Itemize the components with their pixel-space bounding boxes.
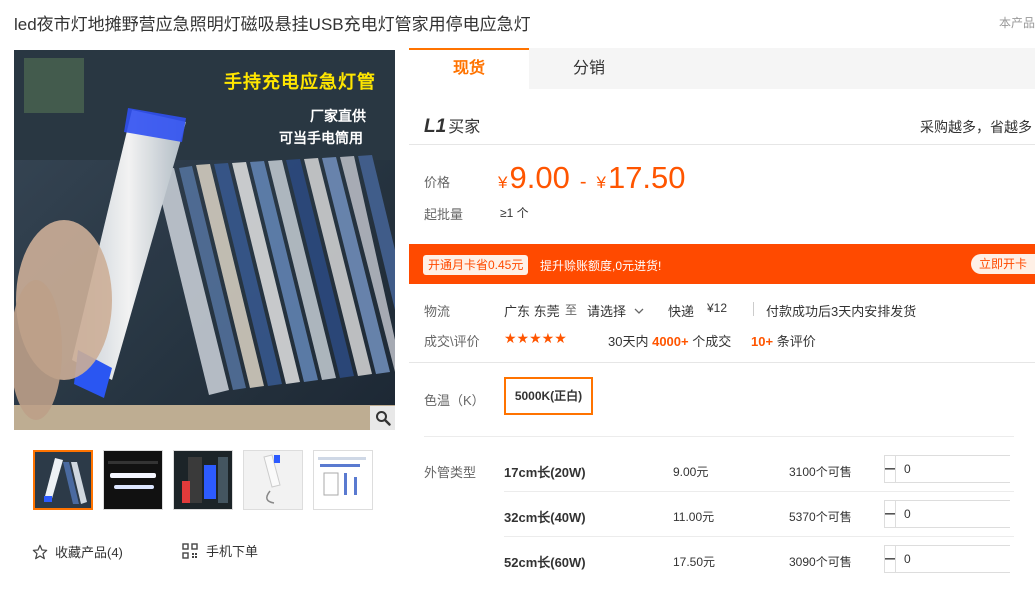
logistics-express: 快递 <box>668 304 695 319</box>
image-caption-main: 手持充电应急灯管 <box>224 72 376 92</box>
buyer-level: L1 买家 <box>424 113 480 138</box>
mobile-order-label: 手机下单 <box>206 544 259 559</box>
logistics-label: 物流 <box>424 304 451 319</box>
buyer-level-label: 买家 <box>448 119 481 136</box>
price-low: 9.00 <box>509 160 570 195</box>
quantity-input[interactable] <box>896 501 1035 527</box>
quantity-input[interactable] <box>896 546 1035 572</box>
logistics-to: 至 <box>565 303 578 317</box>
buyer-slogan: 采购越多，省越多 <box>920 119 1032 135</box>
thumbnail-3[interactable] <box>173 450 233 510</box>
chevron-down-icon <box>634 308 644 314</box>
magnifier-icon <box>375 411 391 426</box>
destination-select-value: 请选择 <box>587 304 627 319</box>
destination-select[interactable]: 请选择 <box>587 301 644 320</box>
variant-stock: 3090个可售 <box>789 555 852 569</box>
logistics-fee: ¥12 <box>707 301 728 315</box>
price-range: ¥ 9.00 - ¥ 17.50 <box>498 160 686 196</box>
thumbnail-1[interactable] <box>33 450 93 510</box>
quantity-stepper <box>884 500 1035 528</box>
tab-spot[interactable]: 现货 <box>409 48 529 89</box>
decrease-button[interactable] <box>885 456 896 482</box>
thumbnail-2[interactable] <box>103 450 163 510</box>
quantity-input[interactable] <box>896 456 1035 482</box>
quantity-stepper <box>884 455 1035 483</box>
variant-name: 32cm长(40W) <box>504 510 586 525</box>
logistics-origin: 广东 东莞 <box>504 304 560 319</box>
price-high: 17.50 <box>607 160 686 195</box>
promo-banner: 开通月卡省0.45元 提升赊账额度,0元进货! 立即开卡 <box>409 244 1035 284</box>
deal-number: 4000+ <box>652 334 689 349</box>
variant-row: 32cm长(40W) 11.00元 5370个可售 <box>409 492 1035 537</box>
color-temp-label: 色温（K） <box>424 393 485 408</box>
price-label: 价格 <box>424 175 451 190</box>
deals-label: 成交\评价 <box>424 334 480 349</box>
variant-name: 17cm长(20W) <box>504 465 586 480</box>
main-product-image[interactable]: 手持充电应急灯管 厂家直供 可当手电筒用 <box>14 50 395 430</box>
image-caption-factory: 厂家直供 <box>310 108 366 124</box>
variant-name: 52cm长(60W) <box>504 555 586 570</box>
quantity-stepper <box>884 545 1035 573</box>
rating-stars: ★★★★★ <box>504 330 567 346</box>
variant-price: 9.00元 <box>673 465 709 479</box>
divider <box>409 144 1035 145</box>
deal-count: 30天内 4000+ 个成交 <box>608 331 731 350</box>
variant-stock: 5370个可售 <box>789 510 852 524</box>
title-right-note: 本产品 <box>998 16 1035 30</box>
decrease-button[interactable] <box>885 546 896 572</box>
tab-distribution[interactable]: 分销 <box>529 48 649 89</box>
promo-text: 提升赊账额度,0元进货! <box>540 259 662 273</box>
minus-icon <box>885 513 895 515</box>
minus-icon <box>885 468 895 470</box>
variant-row: 52cm长(60W) 17.50元 3090个可售 <box>409 537 1035 582</box>
decrease-button[interactable] <box>885 501 896 527</box>
image-caption-flashlight: 可当手电筒用 <box>279 130 363 146</box>
moq-value: ≥1 个 <box>500 206 529 220</box>
minus-icon <box>885 558 895 560</box>
variant-stock: 3100个可售 <box>789 465 852 479</box>
thumbnail-strip <box>33 450 378 510</box>
buyer-level-badge: L1 <box>424 116 447 137</box>
offer-tabs: 现货 分销 <box>409 48 1035 89</box>
variant-row: 17cm长(20W) 9.00元 3100个可售 <box>409 447 1035 492</box>
deal-prefix: 30天内 <box>608 334 649 349</box>
variant-price: 17.50元 <box>673 555 716 569</box>
open-card-button[interactable]: 立即开卡 <box>971 254 1035 274</box>
review-count[interactable]: 10+ 条评价 <box>751 331 816 350</box>
star-outline-icon <box>32 544 48 559</box>
zoom-button[interactable] <box>370 406 395 430</box>
divider <box>424 436 1014 437</box>
divider <box>409 362 1035 363</box>
mobile-order-button[interactable]: 手机下单 <box>182 541 258 560</box>
deal-suffix: 个成交 <box>692 334 732 349</box>
qr-code-icon <box>182 542 198 559</box>
product-title: led夜市灯地摊野营应急照明灯磁吸悬挂USB充电灯管家用停电应急灯 <box>14 15 531 34</box>
currency-symbol: ¥ <box>596 173 606 192</box>
divider <box>753 302 754 316</box>
review-number: 10+ <box>751 334 774 349</box>
favorite-button[interactable]: 收藏产品(4) <box>32 542 123 561</box>
promo-badge: 开通月卡省0.45元 <box>423 255 529 275</box>
currency-symbol: ¥ <box>498 173 508 192</box>
review-suffix: 条评价 <box>776 334 816 349</box>
shipping-note: 付款成功后3天内安排发货 <box>766 304 917 319</box>
variant-price: 11.00元 <box>673 510 715 524</box>
thumbnail-5[interactable] <box>313 450 373 510</box>
color-temp-option[interactable]: 5000K(正白) <box>504 377 593 415</box>
moq-label: 起批量 <box>424 207 464 222</box>
favorite-label: 收藏产品(4) <box>55 545 123 560</box>
thumbnail-4[interactable] <box>243 450 303 510</box>
price-separator: - <box>579 171 587 193</box>
